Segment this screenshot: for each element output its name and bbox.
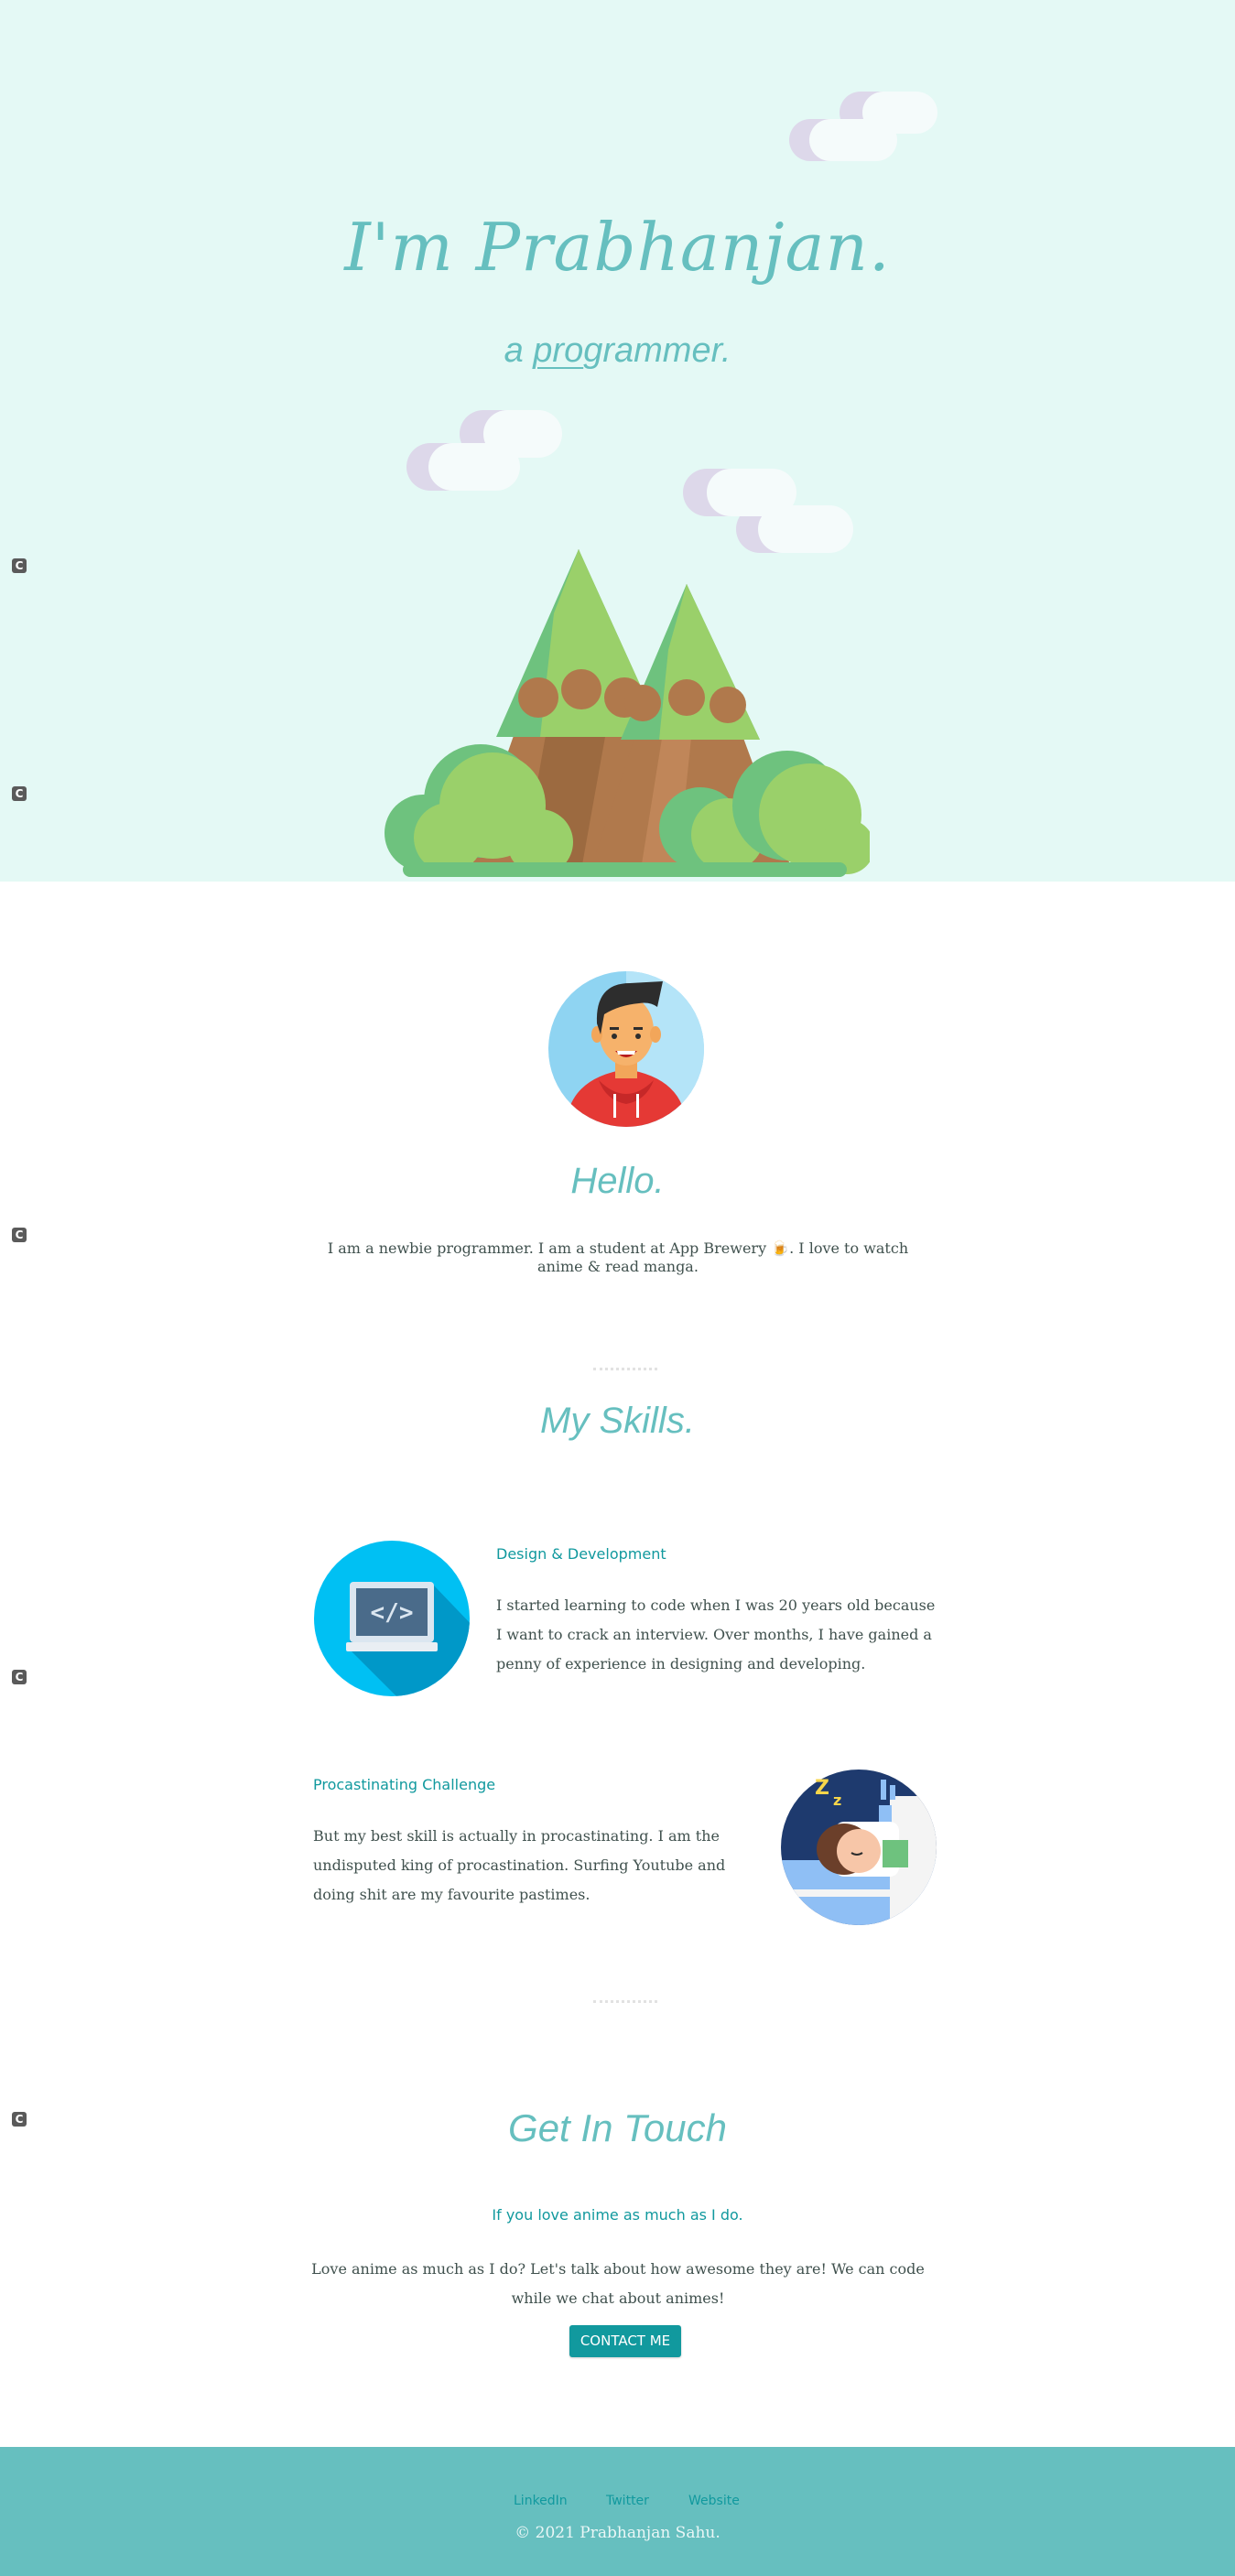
skill-text: I started learning to code when I was 20… bbox=[496, 1596, 936, 1672]
hero-title: I'm Prabhanjan. bbox=[344, 209, 891, 286]
contact-subheading: If you love anime as much as I do. bbox=[492, 2206, 743, 2224]
cloud-icon bbox=[789, 92, 937, 165]
about-text: I am a newbie programmer. I am a student… bbox=[327, 1239, 909, 1275]
extension-icon[interactable]: C bbox=[12, 786, 27, 801]
skill-title: Procastinating Challenge bbox=[313, 1776, 496, 1793]
svg-text:</>: </> bbox=[371, 1599, 414, 1627]
skill-text: But my best skill is actually in procast… bbox=[313, 1827, 726, 1903]
avatar bbox=[548, 971, 704, 1127]
skill-title: Design & Development bbox=[496, 1545, 666, 1563]
footer-link-website[interactable]: Website bbox=[688, 2494, 740, 2508]
footer bbox=[0, 2447, 1235, 2576]
skills-heading: My Skills. bbox=[540, 1401, 695, 1441]
subtitle-prefix: a bbox=[504, 331, 534, 370]
svg-text:z: z bbox=[833, 1791, 841, 1809]
subtitle-rest: grammer. bbox=[583, 331, 731, 370]
hero-section: I'm Prabhanjan. a programmer. bbox=[0, 0, 1235, 882]
cloud-icon bbox=[406, 410, 562, 494]
mountain-illustration bbox=[385, 549, 870, 877]
subtitle-underlined: pro bbox=[533, 331, 584, 370]
hero-subtitle: a programmer. bbox=[0, 331, 1235, 371]
about-heading: Hello. bbox=[570, 1161, 665, 1201]
contact-button[interactable]: CONTACT ME bbox=[569, 2325, 681, 2357]
footer-link-twitter[interactable]: Twitter bbox=[606, 2494, 649, 2508]
svg-text:Z: Z bbox=[815, 1777, 829, 1800]
contact-heading: Get In Touch bbox=[508, 2106, 727, 2149]
contact-text: Love anime as much as I do? Let's talk a… bbox=[311, 2260, 925, 2307]
extension-icon[interactable]: C bbox=[12, 1228, 27, 1242]
footer-link-linkedin[interactable]: LinkedIn bbox=[514, 2494, 568, 2508]
laptop-code-icon: </> bbox=[314, 1541, 470, 1696]
divider bbox=[593, 1368, 657, 1370]
divider bbox=[593, 2000, 657, 2003]
extension-icon[interactable]: C bbox=[12, 558, 27, 573]
copyright: © 2021 Prabhanjan Sahu. bbox=[515, 2524, 720, 2542]
sleeping-icon: Z z bbox=[781, 1770, 937, 1925]
extension-icon[interactable]: C bbox=[12, 1670, 27, 1684]
